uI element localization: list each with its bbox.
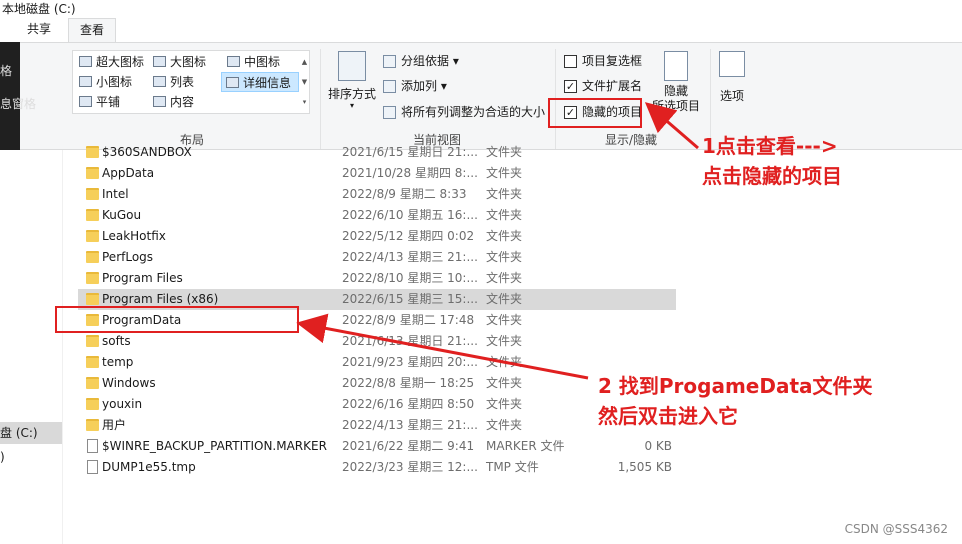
annotation-step1-line1: 1点击查看--->	[702, 134, 838, 158]
annotation-arrows	[296, 102, 699, 380]
arrow-to-programdata	[296, 313, 589, 380]
watermark: CSDN @SSS4362	[844, 522, 948, 536]
arrow-to-hidden-items	[644, 102, 699, 150]
annotation-step2-line2: 然后双击进入它	[598, 404, 738, 428]
annotation-step2-line1: 2 找到ProgameData文件夹	[598, 374, 873, 398]
annotation-step1-line2: 点击隐藏的项目	[702, 164, 842, 188]
